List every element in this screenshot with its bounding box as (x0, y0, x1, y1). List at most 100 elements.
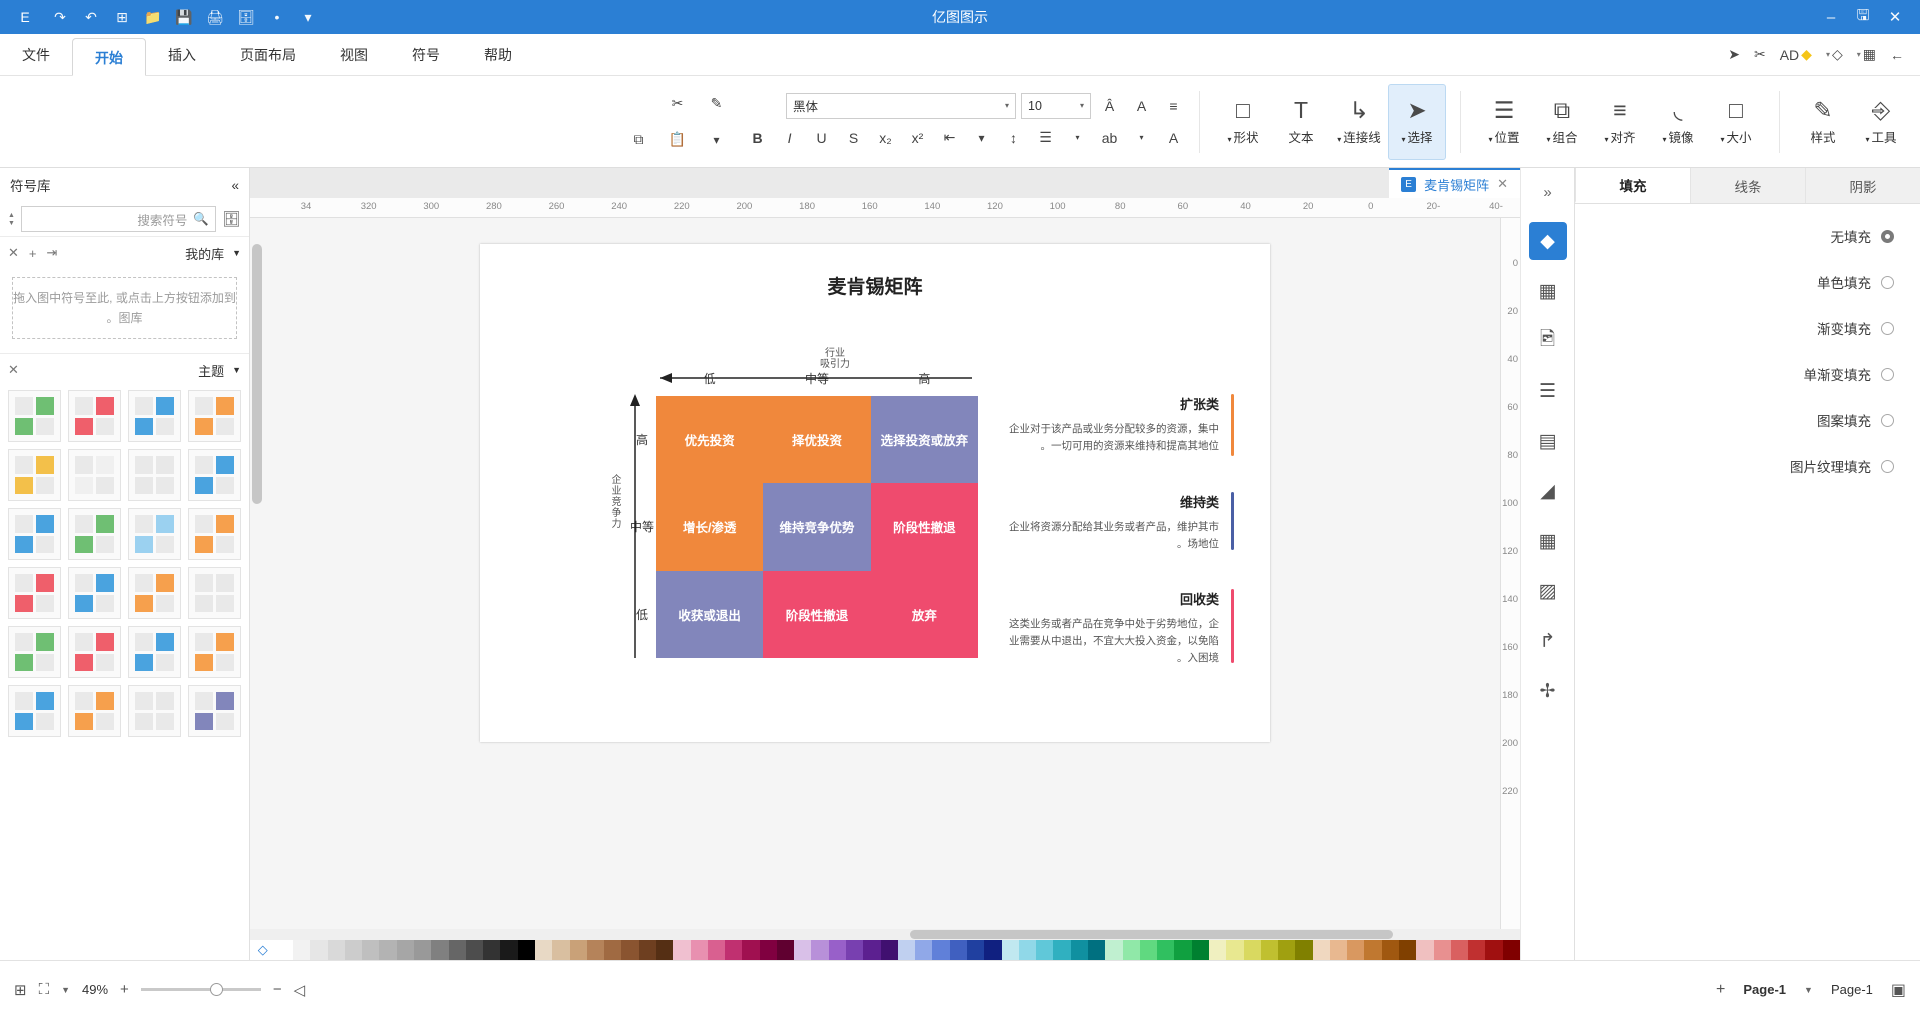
matrix-cell[interactable]: 选择投资或放弃 (870, 396, 978, 484)
fill-option-gradient[interactable]: 渐变填充 (1601, 318, 1894, 338)
ad-button[interactable]: ◆ AD (1776, 43, 1816, 66)
tab-file[interactable]: 文件 (0, 34, 72, 76)
collapse-panel-button[interactable]: « (1521, 174, 1574, 210)
palette-swatch[interactable] (344, 940, 363, 960)
palette-swatch[interactable] (1226, 940, 1244, 960)
palette-swatch[interactable] (1433, 940, 1451, 960)
chevron-down-icon[interactable]: ▾ (1128, 125, 1155, 151)
tab-line[interactable]: 线条 (1690, 168, 1805, 203)
matrix-cell[interactable]: 增长/渗透 (656, 483, 764, 571)
palette-swatch[interactable] (379, 940, 397, 960)
palette-swatch[interactable] (932, 940, 950, 960)
dot-icon[interactable]: • (266, 6, 288, 28)
container-tool-icon[interactable]: ▤ (1529, 422, 1567, 460)
palette-swatch[interactable] (1485, 940, 1503, 960)
palette-swatch[interactable] (1174, 940, 1192, 960)
apps-button[interactable]: ▦ ▾ (1853, 43, 1880, 66)
chevron-down-icon[interactable]: ▼ (1804, 985, 1813, 995)
vertical-scrollbar[interactable] (252, 244, 262, 504)
palette-swatch[interactable] (1018, 940, 1037, 960)
theme-thumbnail[interactable] (188, 390, 241, 442)
align-button[interactable]: ≡ 对齐▾ (1591, 84, 1649, 160)
horizontal-scrollbar[interactable] (910, 930, 1393, 939)
theme-thumbnail[interactable] (188, 449, 241, 501)
new-file-icon[interactable]: ⊞ (111, 6, 133, 28)
strikethrough-icon[interactable]: S (840, 125, 867, 151)
page-tab-page1[interactable]: Page-1 (1735, 978, 1794, 1001)
mirror-button[interactable]: ◟ 镜像▾ (1649, 84, 1707, 160)
palette-swatch[interactable] (552, 940, 570, 960)
scroll-spinner[interactable]: ▲ ▼ (8, 212, 15, 227)
tab-symbol[interactable]: 符号 (390, 34, 462, 76)
theme-thumbnail[interactable] (8, 449, 61, 501)
palette-swatch[interactable] (673, 940, 691, 960)
style-button[interactable]: ✎ 样式 (1794, 84, 1852, 160)
redo-icon[interactable]: ↷ (49, 6, 71, 28)
minimize-icon[interactable]: – (1820, 6, 1842, 28)
fill-option-pattern[interactable]: 图案填充 (1601, 410, 1894, 430)
theme-thumbnail[interactable] (188, 508, 241, 560)
theme-header[interactable]: ▼ 主题 ✕ (0, 354, 249, 386)
text-button[interactable]: T 文本 (1272, 84, 1330, 160)
save-as-icon[interactable]: 💾 (173, 6, 195, 28)
paste-icon[interactable]: 📋 (664, 127, 691, 153)
theme-thumbnail[interactable] (8, 626, 61, 678)
palette-swatch[interactable] (310, 940, 328, 960)
font-size-select[interactable]: ▾ 10 (1021, 92, 1091, 119)
theme-thumbnail[interactable] (68, 685, 121, 737)
palette-swatch[interactable] (846, 940, 864, 960)
zoom-slider-knob[interactable] (210, 983, 224, 996)
palette-swatch[interactable] (638, 940, 656, 960)
underline-icon[interactable]: U (808, 125, 835, 151)
library-dropzone[interactable]: 拖入图中符号至此, 或点击上方按钮添加到图库。 (12, 277, 237, 339)
palette-swatch[interactable] (604, 940, 622, 960)
palette-swatch[interactable] (828, 940, 847, 960)
tab-page-layout[interactable]: 页面布局 (218, 34, 318, 76)
palette-swatch[interactable] (1312, 940, 1330, 960)
close-icon[interactable]: ✕ (1497, 176, 1508, 192)
palette-swatch[interactable] (863, 940, 881, 960)
palette-swatch[interactable] (1053, 940, 1071, 960)
fill-option-none[interactable]: 无填充 (1601, 226, 1894, 246)
palette-swatch[interactable] (1502, 940, 1520, 960)
fill-tool-icon[interactable]: ◆ (1528, 222, 1567, 260)
palette-swatch[interactable] (1191, 940, 1209, 960)
document-tab[interactable]: ✕ 麦肯锡矩阵 E (1389, 168, 1520, 198)
position-button[interactable]: ☰ 位置▾ (1475, 84, 1533, 160)
palette-swatch[interactable] (725, 940, 743, 960)
pointer-button[interactable]: ➤ (1724, 43, 1744, 66)
zoom-slider[interactable] (140, 983, 261, 996)
save-icon[interactable]: 🖫 (1852, 6, 1874, 28)
presentation-icon[interactable]: ◁ (294, 981, 306, 999)
palette-swatch[interactable] (1036, 940, 1054, 960)
theme-thumbnail[interactable] (128, 449, 181, 501)
chevron-down-icon[interactable]: ▾ (1064, 125, 1091, 151)
theme-thumbnail[interactable] (188, 567, 241, 619)
connector-button[interactable]: ↳ 连接线▾ (1330, 84, 1388, 160)
palette-swatch[interactable] (1399, 940, 1417, 960)
palette-swatch[interactable] (1468, 940, 1486, 960)
fill-option-single-gradient[interactable]: 单渐变填充 (1601, 364, 1894, 384)
flow-tool-icon[interactable]: ↱ (1529, 622, 1567, 660)
zoom-out-button[interactable]: − (273, 981, 282, 998)
theme-thumbnail[interactable] (8, 508, 61, 560)
theme-thumbnail[interactable] (8, 685, 61, 737)
palette-swatch[interactable] (431, 940, 449, 960)
palette-swatch[interactable] (1278, 940, 1296, 960)
format-painter-icon[interactable]: ✎ (703, 91, 730, 117)
palette-swatch[interactable] (1070, 940, 1088, 960)
palette-swatch[interactable] (1329, 940, 1348, 960)
fill-option-picture[interactable]: 图片纹理填充 (1601, 456, 1894, 476)
matrix-cell[interactable]: 阶段性撤退 (763, 570, 871, 658)
increase-font-icon[interactable]: Â (1096, 93, 1123, 119)
shape-button[interactable]: ◇ ▾ (1822, 43, 1847, 66)
fullscreen-icon[interactable]: ⛶ (39, 981, 50, 998)
library-icon[interactable]: 🗄 (222, 210, 241, 228)
line-spacing-icon[interactable]: ↕ (1000, 125, 1027, 151)
palette-swatch[interactable] (586, 940, 605, 960)
palette-swatch[interactable] (483, 940, 501, 960)
document-page[interactable]: 麦肯锡矩阵 高行业吸引力 高 中等 低 选择投 (480, 244, 1270, 742)
select-button[interactable]: ➤ 选择▾ (1388, 83, 1446, 160)
tab-fill[interactable]: 填充 (1575, 168, 1690, 203)
undo-icon[interactable]: ↶ (80, 6, 102, 28)
